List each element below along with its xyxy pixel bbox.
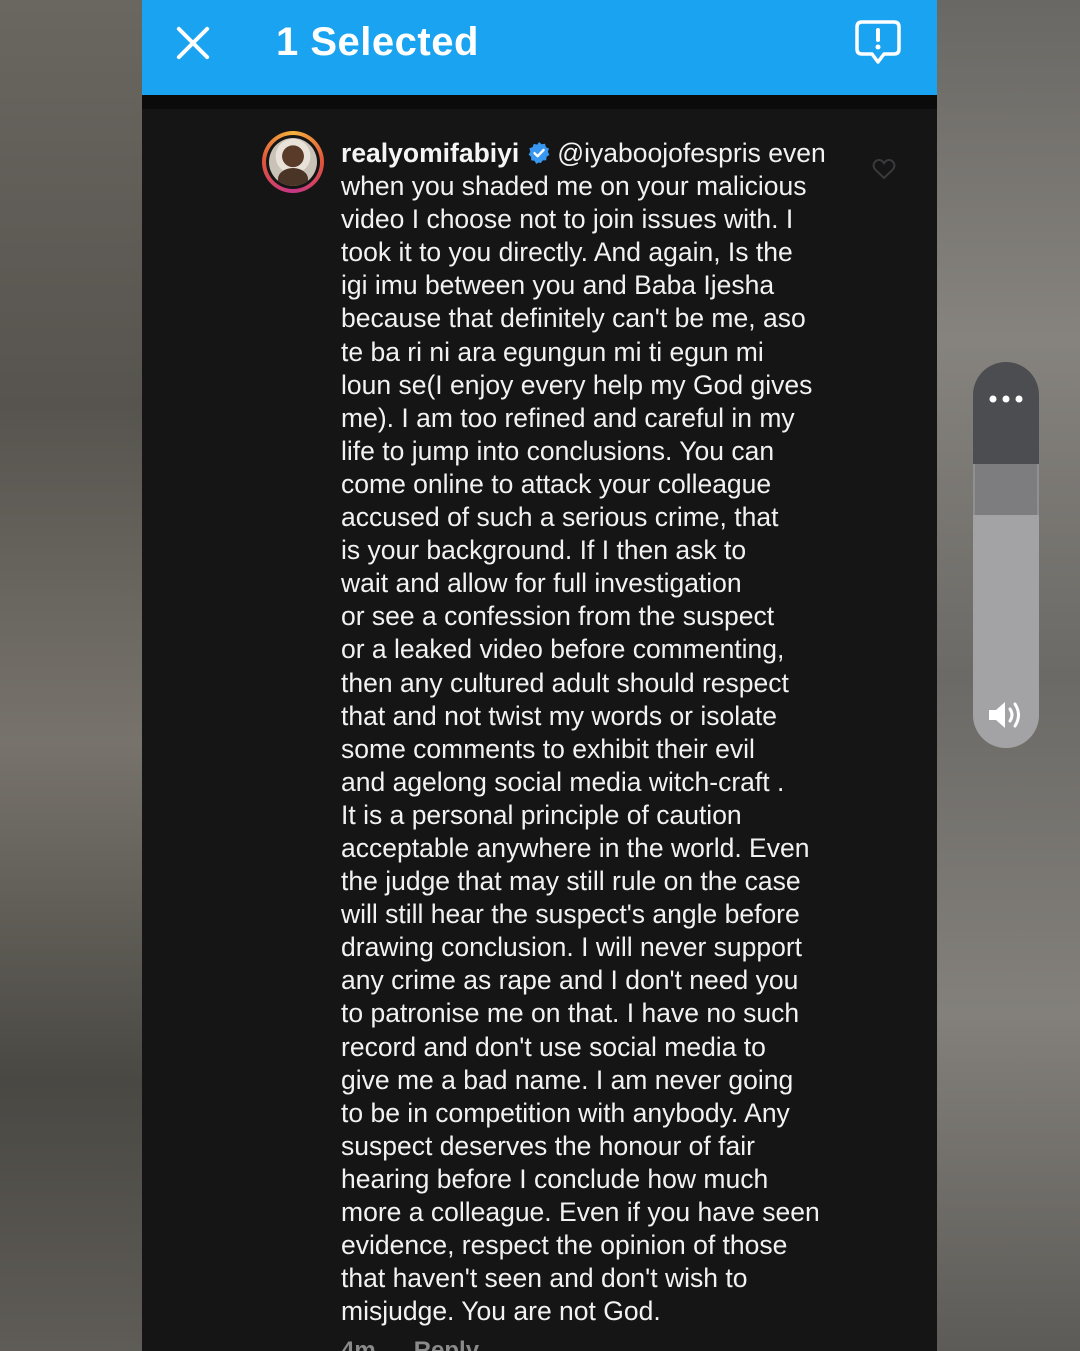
comment-text: when you shaded me on your malicious vide… (341, 170, 851, 1328)
comment-line: drawing conclusion. I will never support (341, 932, 803, 963)
comment-line: record and don't use social media to (341, 1031, 766, 1062)
comment-line: the judge that may still rule on the cas… (341, 866, 801, 897)
comment-time: 4m (341, 1337, 376, 1351)
phone-screen: 1 Selected realyomifabiyi @iyaboojofespri… (142, 0, 937, 1351)
comment-line: will still hear the suspect's angle befo… (341, 899, 800, 930)
comment-line: because that definitely can't be me, aso (341, 303, 806, 334)
comment-line: video I choose not to join issues with. … (341, 204, 794, 235)
comment-line: accused of such a serious crime, that (341, 502, 779, 533)
comment-line: acceptable anywhere in the world. Even (341, 832, 810, 863)
comment-line: some comments to exhibit their evil (341, 733, 755, 764)
comment-line: give me a bad name. I am never going (341, 1064, 794, 1095)
volume-panel[interactable] (973, 362, 1039, 748)
comment-line: or see a confession from the suspect (341, 601, 775, 632)
reply-button[interactable]: Reply (414, 1337, 479, 1351)
comment-line: te ba ri ni ara egungun mi ti egun mi (341, 336, 764, 367)
comment-line: to patronise me on that. I have no such (341, 998, 800, 1029)
comment-line: took it to you directly. And again, Is t… (341, 237, 793, 268)
avatar-photo (269, 138, 317, 186)
comment-text-start: even (768, 138, 826, 168)
comment-line: igi imu between you and Baba Ijesha (341, 270, 775, 301)
comment-line: when you shaded me on your malicious (341, 171, 807, 202)
comment-line: misjudge. You are not God. (341, 1296, 661, 1327)
comment-line: evidence, respect the opinion of those (341, 1230, 788, 1261)
comment-line: any crime as rape and I don't need you (341, 965, 799, 996)
comment-line: then any cultured adult should respect (341, 667, 789, 698)
comment-line: come online to attack your colleague (341, 468, 772, 499)
comment-first-line: realyomifabiyi @iyaboojofespris even (341, 137, 851, 170)
comment-body: realyomifabiyi @iyaboojofespris even when… (341, 137, 851, 1328)
background-left (0, 0, 142, 1351)
more-dots-icon[interactable] (989, 390, 1023, 403)
comment-line: to be in competition with anybody. Any (341, 1097, 790, 1128)
comment-line: It is a personal principle of caution (341, 799, 742, 830)
comment-line: loun se(I enjoy every help my God gives (341, 369, 813, 400)
comment-line: that haven't seen and don't wish to (341, 1263, 748, 1294)
comment-line: suspect deserves the honour of fair (341, 1130, 755, 1161)
comment-line: is your background. If I then ask to (341, 535, 747, 566)
scrolled-content-edge (142, 95, 937, 109)
heart-icon[interactable] (872, 158, 896, 180)
comment-line: or a leaked video before commenting, (341, 634, 785, 665)
verified-badge-icon (528, 142, 550, 164)
comment-line: and agelong social media witch-craft . (341, 766, 785, 797)
avatar[interactable] (262, 131, 324, 193)
selection-app-bar: 1 Selected (142, 0, 937, 95)
volume-panel-header (973, 362, 1039, 464)
report-icon[interactable] (854, 18, 902, 68)
comment-username[interactable]: realyomifabiyi (341, 138, 519, 168)
comment-line: life to jump into conclusions. You can (341, 435, 775, 466)
comment-line: that and not twist my words or isolate (341, 700, 777, 731)
comment-line: me). I am too refined and careful in my (341, 402, 795, 433)
selection-count-title: 1 Selected (276, 20, 479, 64)
comment-meta-row: 4m Reply (341, 1337, 517, 1351)
comment-line: wait and allow for full investigation (341, 568, 742, 599)
comment-line: hearing before I conclude how much (341, 1163, 769, 1194)
speaker-icon[interactable] (987, 698, 1025, 732)
comment-line: more a colleague. Even if you have seen (341, 1197, 820, 1227)
mention-link[interactable]: @iyaboojofespris (557, 138, 761, 168)
close-icon[interactable] (170, 20, 216, 66)
